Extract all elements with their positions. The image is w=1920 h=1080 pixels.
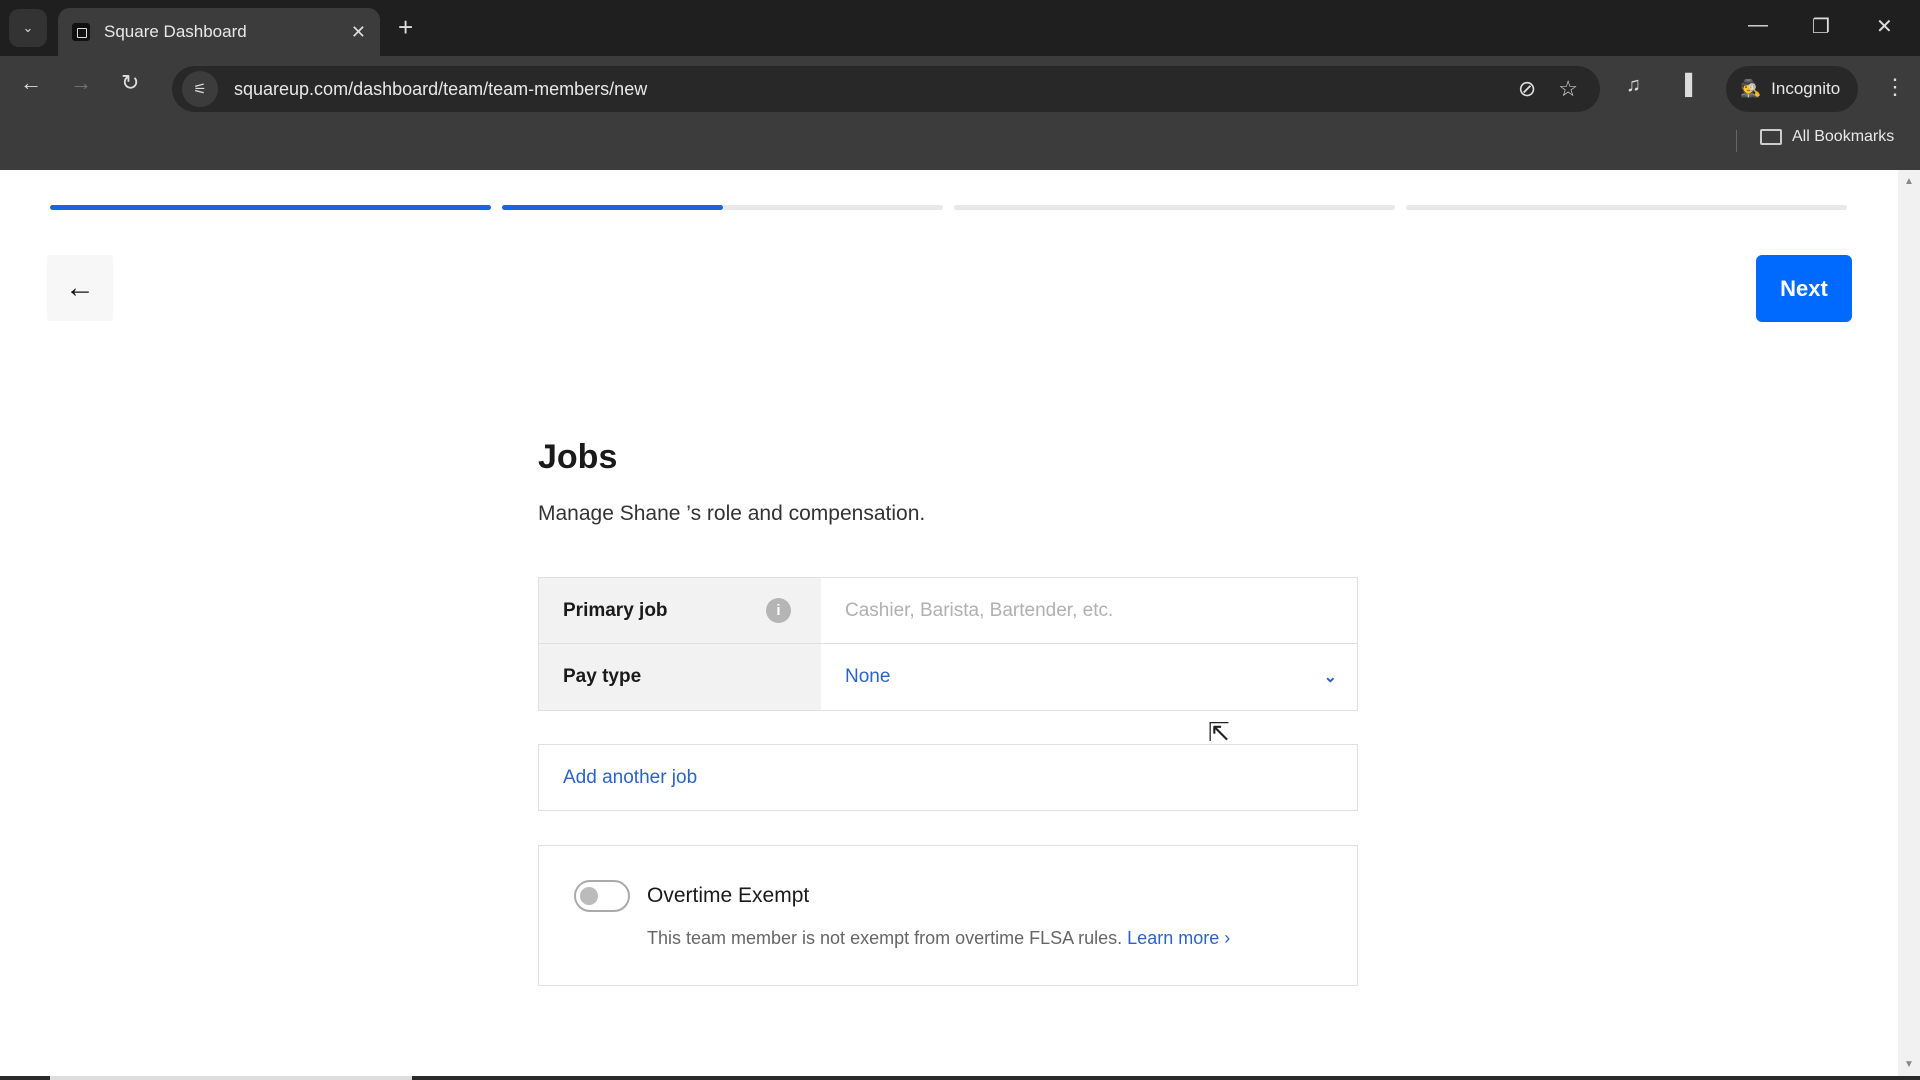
pay-type-select[interactable]: None ⌄	[821, 644, 1357, 710]
all-bookmarks-button[interactable]: All Bookmarks	[1760, 128, 1894, 146]
page-content: ← Next Jobs Manage Shane ’s role and com…	[0, 170, 1898, 1080]
bookmarks-divider	[1736, 130, 1737, 152]
primary-job-cell	[821, 578, 1357, 643]
scroll-down-arrow-icon[interactable]: ▼	[1904, 1059, 1914, 1070]
vertical-scrollbar[interactable]: ▲ ▼	[1898, 170, 1920, 1076]
back-button[interactable]: ←	[47, 255, 113, 321]
all-bookmarks-label: All Bookmarks	[1792, 128, 1895, 145]
add-another-job-button[interactable]: Add another job	[538, 744, 1358, 811]
primary-job-input[interactable]	[845, 599, 1357, 622]
job-form: Primary job i Pay type None ⌄	[538, 577, 1358, 711]
pay-type-row: Pay type None ⌄	[539, 644, 1357, 710]
minimize-button[interactable]: —	[1748, 14, 1768, 37]
primary-job-label: Primary job	[563, 599, 668, 621]
tab-search-button[interactable]: ⌄	[9, 9, 47, 47]
address-bar[interactable]: ⚟ squareup.com/dashboard/team/team-membe…	[172, 66, 1600, 112]
overtime-exempt-label: Overtime Exempt	[647, 884, 810, 907]
incognito-icon: 🕵	[1740, 79, 1762, 98]
square-favicon-icon	[72, 23, 90, 41]
back-nav-button[interactable]: ←	[20, 70, 42, 96]
page-description: Manage Shane ’s role and compensation.	[538, 502, 926, 525]
primary-job-label-cell: Primary job i	[539, 578, 821, 643]
scroll-up-arrow-icon[interactable]: ▲	[1904, 176, 1914, 187]
progress-fill	[502, 205, 723, 210]
progress-step-2	[502, 205, 943, 210]
pay-type-label-cell: Pay type	[539, 644, 821, 710]
info-icon[interactable]: i	[766, 598, 791, 623]
next-button[interactable]: Next	[1756, 255, 1852, 322]
progress-step-3	[954, 205, 1395, 210]
media-control-icon[interactable]: ♫	[1626, 74, 1641, 97]
taskbar-strip	[0, 1076, 1920, 1080]
progress-step-4	[1406, 205, 1847, 210]
progress-fill	[50, 205, 491, 210]
overtime-exempt-card: Overtime Exempt This team member is not …	[538, 845, 1358, 986]
chevron-down-icon: ⌄	[22, 20, 34, 35]
add-another-job-label: Add another job	[563, 766, 698, 788]
eye-off-icon[interactable]: ⊘	[1518, 76, 1536, 102]
primary-job-row: Primary job i	[539, 578, 1357, 644]
chevron-down-icon: ⌄	[1323, 669, 1337, 686]
site-info-icon[interactable]: ⚟	[182, 71, 218, 107]
side-panel-icon[interactable]: ▐	[1678, 74, 1692, 97]
arrow-left-icon: ←	[65, 271, 95, 304]
incognito-label: Incognito	[1771, 79, 1841, 98]
tab-title: Square Dashboard	[104, 22, 247, 41]
overtime-exempt-toggle[interactable]	[574, 880, 630, 912]
folder-icon	[1760, 129, 1782, 145]
pay-type-label: Pay type	[563, 666, 642, 687]
progress-step-1	[50, 205, 491, 210]
toggle-knob	[580, 887, 598, 905]
learn-more-link[interactable]: Learn more ›	[1127, 928, 1230, 948]
mouse-cursor-icon: ⇱	[1208, 717, 1230, 747]
close-tab-icon[interactable]: ✕	[351, 22, 366, 43]
pay-type-value: None	[845, 666, 891, 687]
browser-menu-icon[interactable]: ⋮	[1884, 74, 1906, 100]
page-title: Jobs	[538, 438, 618, 476]
browser-tab[interactable]: Square Dashboard ✕	[58, 8, 380, 56]
taskbar-highlight	[50, 1076, 412, 1080]
forward-nav-button[interactable]: →	[70, 70, 92, 96]
overtime-description-text: This team member is not exempt from over…	[647, 928, 1123, 948]
new-tab-button[interactable]: +	[398, 12, 413, 43]
incognito-badge[interactable]: 🕵 Incognito	[1726, 66, 1858, 112]
overtime-exempt-description: This team member is not exempt from over…	[647, 928, 1230, 949]
url-text[interactable]: squareup.com/dashboard/team/team-members…	[234, 79, 1518, 100]
restore-button[interactable]: ❐	[1812, 14, 1830, 39]
close-window-button[interactable]: ✕	[1876, 14, 1893, 39]
browser-tab-strip: ⌄ Square Dashboard ✕ + — ❐ ✕	[0, 0, 1920, 56]
bookmark-star-icon[interactable]: ☆	[1558, 76, 1578, 102]
reload-button[interactable]: ↻	[121, 70, 139, 96]
